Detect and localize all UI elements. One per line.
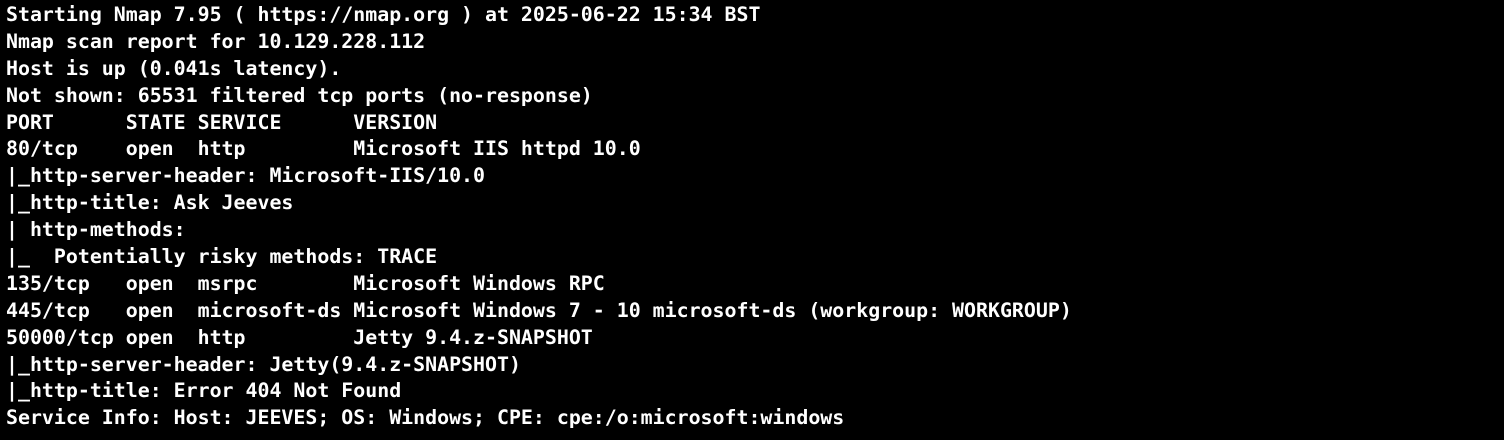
- script-output-line: |_ Potentially risky methods: TRACE: [6, 245, 438, 269]
- script-output-line: | http-methods:: [6, 218, 186, 242]
- port-row-80: 80/tcp open http Microsoft IIS httpd 10.…: [6, 137, 641, 161]
- nmap-start-line: Starting Nmap 7.95 ( https://nmap.org ) …: [6, 3, 761, 26]
- script-output-line: |_http-server-header: Microsoft-IIS/10.0: [6, 164, 486, 188]
- port-row-445: 445/tcp open microsoft-ds Microsoft Wind…: [6, 298, 1072, 322]
- scan-report-line: Nmap scan report for 10.129.228.112: [6, 29, 426, 53]
- port-row-135: 135/tcp open msrpc Microsoft Windows RPC: [6, 271, 605, 295]
- script-output-line: |_http-server-header: Jetty(9.4.z-SNAPSH…: [6, 352, 521, 376]
- host-status-line: Host is up (0.041s latency).: [6, 56, 342, 80]
- terminal-window[interactable]: Starting Nmap 7.95 ( https://nmap.org ) …: [0, 0, 1504, 440]
- script-output-line: |_http-title: Error 404 Not Found: [6, 379, 402, 403]
- not-shown-line: Not shown: 65531 filtered tcp ports (no-…: [6, 83, 593, 107]
- port-table-header: PORT STATE SERVICE VERSION: [6, 110, 438, 134]
- script-output-line: |_http-title: Ask Jeeves: [6, 191, 294, 215]
- service-info-line: Service Info: Host: JEEVES; OS: Windows;…: [6, 406, 845, 430]
- port-row-50000: 50000/tcp open http Jetty 9.4.z-SNAPSHOT: [6, 325, 593, 349]
